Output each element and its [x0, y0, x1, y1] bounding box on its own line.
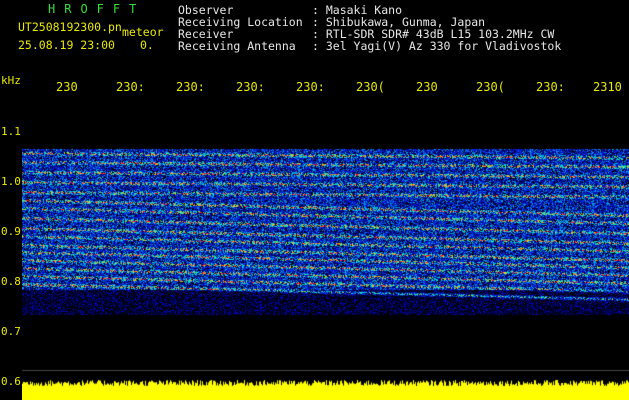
time-label-8: 230:	[536, 80, 565, 94]
freq-label-1: 1.0	[1, 175, 21, 188]
file-datetime: 25.08.19 23:00	[18, 38, 115, 52]
time-label-4: 230:	[296, 80, 325, 94]
freq-label-0: 1.1	[1, 125, 21, 138]
file-name: UT2508192300.pn	[18, 20, 122, 34]
freq-label-4: 0.7	[1, 325, 21, 338]
time-label-3: 230:	[236, 80, 265, 94]
spectrogram	[22, 100, 629, 400]
time-label-5: 230(	[356, 80, 385, 94]
axis-unit: kHz	[1, 74, 21, 87]
file-counter: 0.	[140, 38, 154, 52]
time-label-0: 230	[56, 80, 78, 94]
freq-label-5: 0.6	[1, 375, 21, 388]
hrofft-logo: HROFFT	[48, 2, 146, 16]
time-label-1: 230:	[116, 80, 145, 94]
freq-label-2: 0.9	[1, 225, 21, 238]
time-label-2: 230:	[176, 80, 205, 94]
file-kind: meteor	[122, 25, 164, 39]
time-label-7: 230(	[476, 80, 505, 94]
antenna-value: : 3el Yagi(V) Az 330 for Vladivostok	[312, 39, 562, 53]
time-label-6: 230	[416, 80, 438, 94]
freq-label-3: 0.8	[1, 275, 21, 288]
time-label-9: 2310	[593, 80, 622, 94]
antenna-label: Receiving Antenna	[178, 39, 296, 53]
